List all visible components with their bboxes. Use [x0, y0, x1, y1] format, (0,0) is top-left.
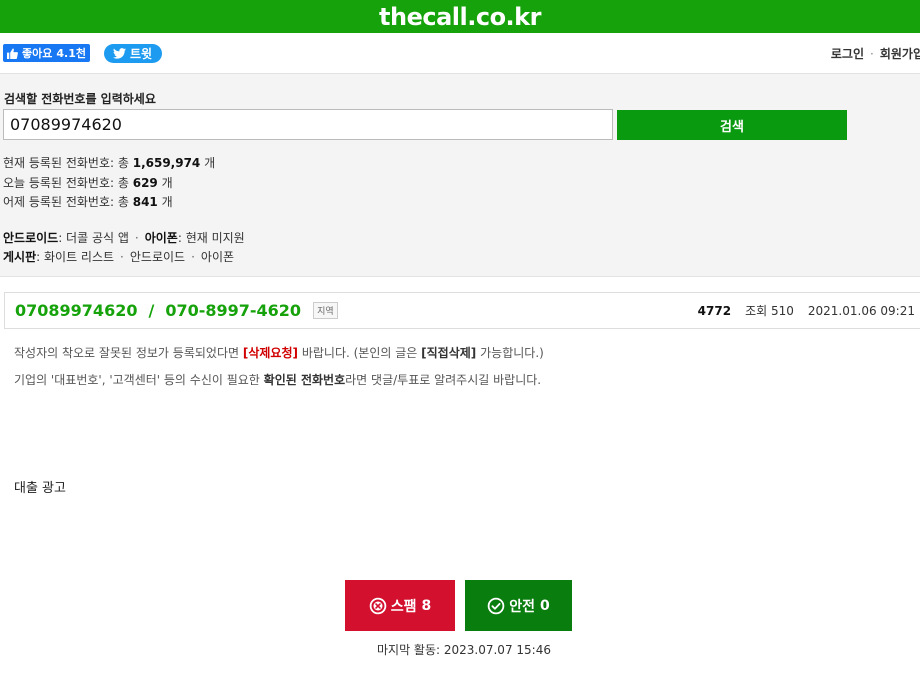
board-link-whitelist[interactable]: 화이트 리스트: [44, 250, 114, 264]
registration-stats: 현재 등록된 전화번호: 총 1,659,974 개 오늘 등록된 전화번호: …: [3, 154, 215, 213]
views-label: 조회: [745, 304, 768, 318]
safe-vote-button[interactable]: 안전 0: [465, 580, 572, 631]
safe-label: 안전: [509, 598, 536, 615]
board-link-android[interactable]: 안드로이드: [130, 250, 185, 264]
stat-total: 현재 등록된 전화번호: 총 1,659,974 개: [3, 156, 216, 170]
delete-request-link[interactable]: [삭제요청]: [243, 346, 298, 360]
number-header: 07089974620 / 070-8997-4620 지역 4772 조회 51…: [4, 292, 920, 329]
spam-label: 스팸: [390, 598, 417, 615]
phone-number-formatted: 070-8997-4620: [165, 301, 302, 320]
record-id: 4772: [697, 304, 732, 318]
signup-link[interactable]: 회원가입: [880, 47, 920, 61]
notice-line-2: 기업의 '대표번호', '고객센터' 등의 수신이 필요한 확인된 전화번호라면…: [14, 373, 542, 387]
app-links: 안드로이드: 더콜 공식 앱 · 아이폰: 현재 미지원 게시판: 화이트 리스트 ·…: [3, 229, 245, 267]
auth-links: 로그인 · 회원가입: [831, 45, 920, 62]
board-line: 게시판: 화이트 리스트 · 안드로이드 · 아이폰: [3, 250, 235, 264]
search-label: 검색할 전화번호를 입력하세요: [4, 92, 156, 106]
views-count: 510: [770, 304, 794, 318]
phone-number-plain: 07089974620: [15, 301, 138, 320]
direct-delete-link[interactable]: [직접삭제]: [421, 346, 476, 360]
spam-vote-button[interactable]: 스팸 8: [345, 580, 455, 631]
tweet-label: 트윗: [129, 46, 153, 61]
board-label: 게시판: [3, 250, 37, 264]
facebook-like-button[interactable]: 좋아요 4.1천: [3, 44, 90, 62]
spam-count: 8: [421, 597, 432, 614]
tweet-button[interactable]: 트윗: [103, 43, 163, 63]
like-label: 좋아요: [22, 47, 53, 60]
record-meta: 4772 조회 510 2021.01.06 09:21: [698, 302, 915, 319]
number-separator: /: [148, 301, 155, 320]
site-logo[interactable]: thecall.co.kr: [379, 3, 541, 31]
stat-yesterday: 어제 등록된 전화번호: 총 841 개: [3, 195, 173, 209]
login-link[interactable]: 로그인: [831, 47, 864, 61]
like-count: 4.1천: [56, 47, 86, 60]
check-circle-icon: [488, 597, 505, 614]
iphone-label: 아이폰: [144, 231, 178, 245]
record-datetime: 2021.01.06 09:21: [807, 304, 915, 318]
android-label: 안드로이드: [3, 231, 59, 245]
app-line: 안드로이드: 더콜 공식 앱 · 아이폰: 현재 미지원: [3, 231, 245, 245]
separator-dot: ·: [870, 47, 874, 61]
last-activity: 마지막 활동: 2023.07.07 15:46: [377, 643, 551, 657]
header-bar: thecall.co.kr: [0, 0, 920, 33]
region-tag: 지역: [313, 302, 338, 319]
ad-label: 대출 광고: [14, 481, 66, 496]
phone-search-input[interactable]: 07089974620: [3, 109, 613, 140]
social-bar: 좋아요 4.1천 트윗 로그인 · 회원가입: [0, 33, 920, 74]
thumbs-up-icon: [7, 47, 18, 59]
safe-count: 0: [539, 597, 550, 614]
board-link-iphone[interactable]: 아이폰: [201, 250, 234, 264]
search-section: 검색할 전화번호를 입력하세요 07089974620 검색 현재 등록된 전화…: [0, 74, 920, 277]
twitter-bird-icon: [112, 47, 126, 59]
stat-today: 오늘 등록된 전화번호: 총 629 개: [3, 175, 173, 190]
search-button[interactable]: 검색: [617, 110, 847, 140]
notice-line-1: 작성자의 착오로 잘못된 정보가 등록되었다면 [삭제요청] 바랍니다. (본인…: [14, 346, 544, 360]
android-app-link[interactable]: : 더콜 공식 앱: [58, 231, 129, 245]
x-circle-icon: [369, 597, 387, 614]
iphone-status: : 현재 미지원: [177, 231, 245, 245]
